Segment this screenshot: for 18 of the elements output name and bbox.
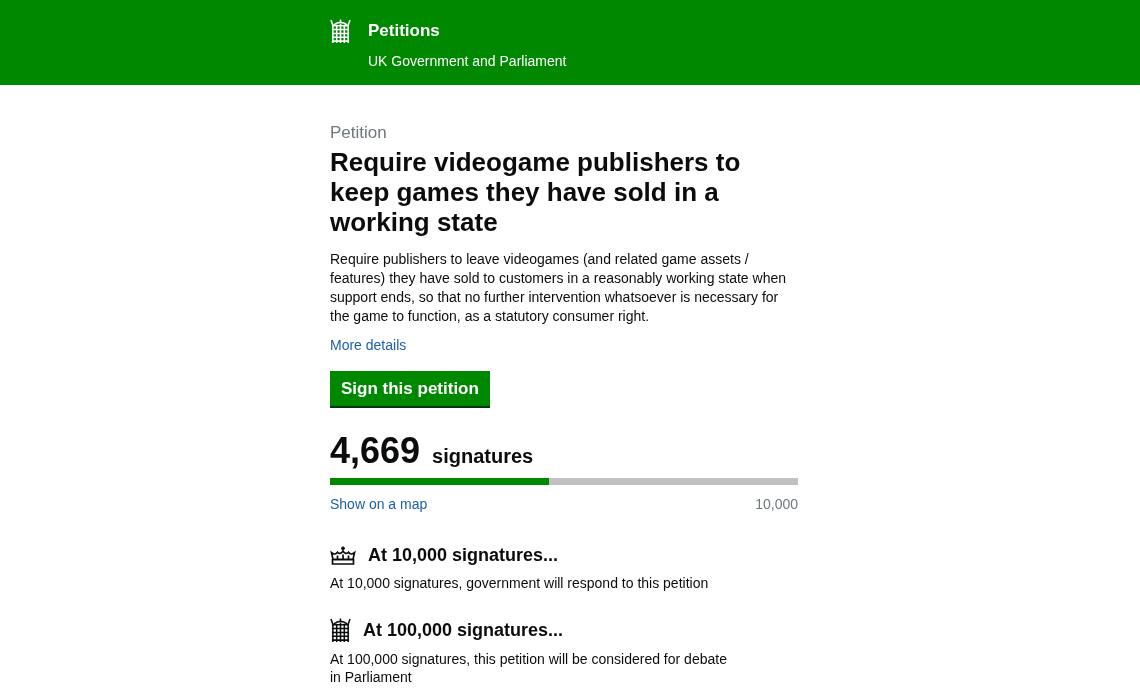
signature-unit: signatures — [432, 444, 534, 468]
milestone-text: At 100,000 signatures, this petition will be considered for debate in Parliament — [330, 649, 728, 687]
petition-title: Require videogame publishers to keep games they have sold in a working state — [330, 147, 742, 237]
site-subtitle: UK Government and Parliament — [368, 52, 567, 71]
site-title[interactable]: Petitions — [368, 20, 567, 42]
signature-count: 4,669 — [330, 431, 421, 471]
sign-button[interactable]: Sign this petition — [330, 371, 490, 406]
crown-icon — [330, 545, 356, 565]
milestone-heading: At 10,000 signatures... — [368, 544, 559, 567]
milestone-heading: At 100,000 signatures... — [363, 619, 564, 642]
milestone-text: At 10,000 signatures, government will respond to this petition — [330, 574, 710, 593]
map-link[interactable]: Show on a map — [330, 495, 428, 514]
petition-description: Require publishers to leave videogames (and related game assets / features) they have sold to customers in a reasonably working state when support ends, so that no further intervention whatsoever is necessary for the game to function, as a statutory consumer right. — [330, 250, 788, 326]
more-details-link[interactable]: More details — [330, 336, 407, 355]
portcullis-icon — [330, 19, 351, 44]
signature-target: 10,000 — [755, 495, 798, 514]
portcullis-icon — [330, 617, 351, 643]
page-label: Petition — [330, 122, 388, 144]
